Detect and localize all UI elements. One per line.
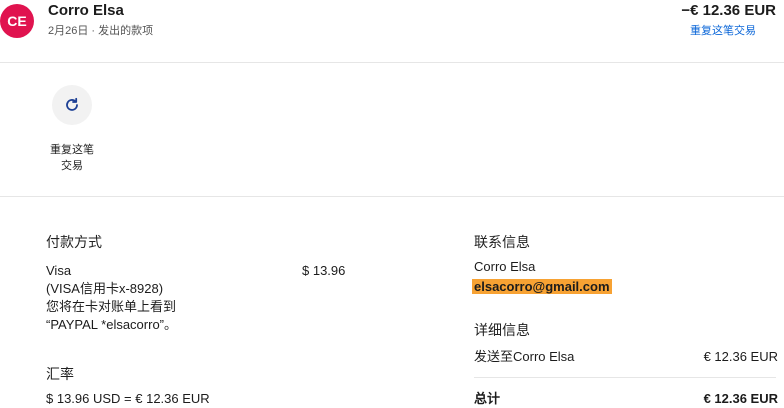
repeat-transaction-label: 重复这笔 交易 <box>40 142 104 174</box>
payment-method-name: Visa <box>46 263 72 278</box>
contact-name: Corro Elsa <box>48 2 124 19</box>
total-label: 总计 <box>474 391 501 406</box>
statement-note-line2: “PAYPAL *elsacorro”。 <box>46 317 178 332</box>
transaction-amount: −€ 12.36 EUR <box>681 2 776 19</box>
contact-info-name: Corro Elsa <box>474 259 536 274</box>
payment-amount: $ 13.96 <box>302 263 346 278</box>
payment-card: (VISA信用卡x-8928) <box>46 281 164 296</box>
repeat-label-line2: 交易 <box>61 160 83 172</box>
repeat-transaction-button[interactable] <box>52 85 92 125</box>
payment-method-title: 付款方式 <box>46 234 102 250</box>
divider <box>0 196 784 197</box>
contact-info-title: 联系信息 <box>474 234 530 250</box>
exchange-rate-value: $ 13.96 USD = € 12.36 EUR <box>46 391 210 406</box>
statement-note-line1: 您将在卡对账单上看到 <box>46 299 177 314</box>
transaction-subtitle: 2月26日 · 发出的款项 <box>48 25 154 37</box>
exchange-rate-title: 汇率 <box>46 366 74 382</box>
details-divider <box>474 377 776 378</box>
refresh-icon <box>66 97 78 111</box>
contact-email-text: elsacorro@gmail.com <box>472 279 612 294</box>
avatar: CE <box>0 4 34 38</box>
repeat-transaction-link[interactable]: 重复这笔交易 <box>690 22 756 38</box>
total-amount: € 12.36 EUR <box>703 391 778 406</box>
contact-email[interactable]: elsacorro@gmail.com <box>472 278 612 296</box>
repeat-label-line1: 重复这笔 <box>50 144 94 156</box>
divider <box>0 62 784 63</box>
sent-to-label: 发送至Corro Elsa <box>474 349 575 364</box>
details-title: 详细信息 <box>474 322 530 338</box>
sent-to-amount: € 12.36 EUR <box>703 349 778 364</box>
